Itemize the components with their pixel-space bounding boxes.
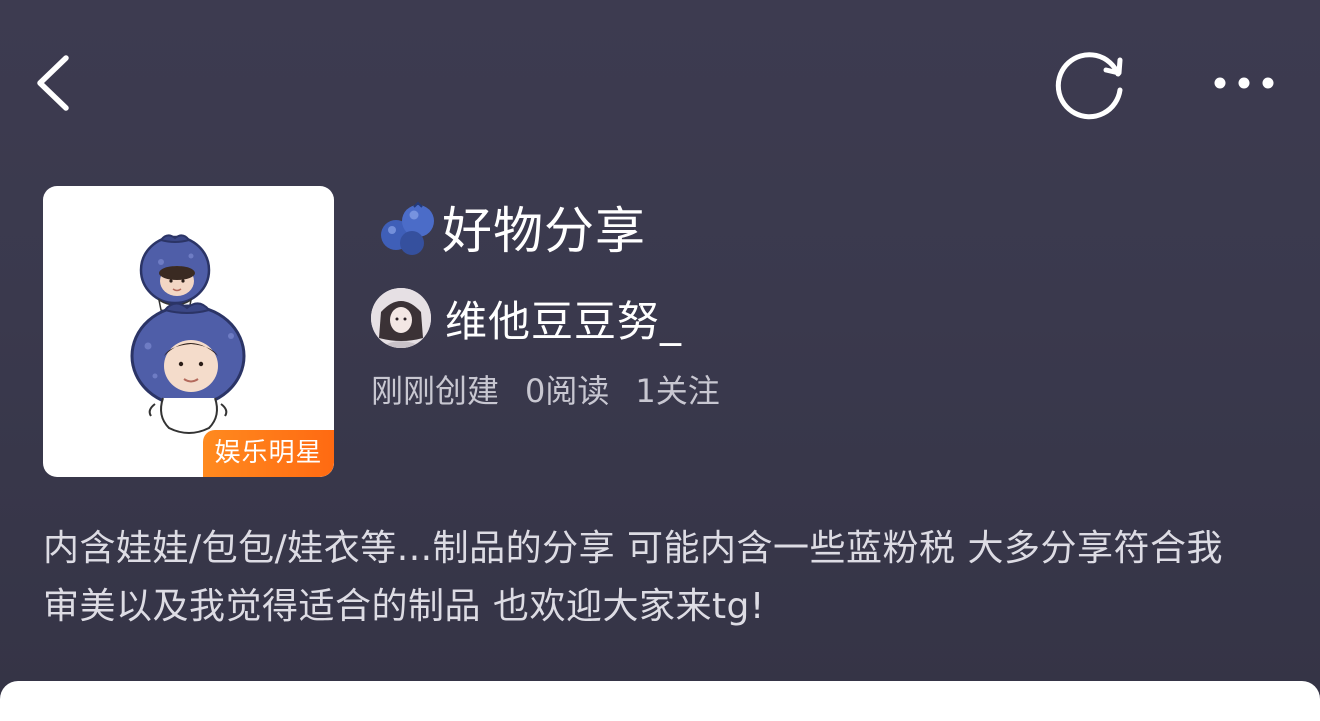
refresh-icon <box>1055 52 1123 120</box>
collection-title-row: 好物分享 <box>374 196 646 260</box>
author-avatar-image <box>371 288 431 348</box>
more-options-button[interactable] <box>1205 56 1285 110</box>
blueberries-emoji-icon <box>381 201 434 255</box>
collection-description: 内含娃娃/包包/娃衣等...制品的分享 可能内含一些蓝粉税 大多分享符合我审美以… <box>43 528 1223 627</box>
collection-title: 好物分享 <box>442 202 646 260</box>
author-link[interactable]: 维他豆豆努_ <box>371 288 682 348</box>
category-badge: 娱乐明星 <box>203 430 334 477</box>
read-count: 0阅读 <box>525 372 610 410</box>
back-button[interactable] <box>30 48 90 118</box>
refresh-button[interactable] <box>1050 44 1128 122</box>
author-name[interactable]: 维他豆豆努_ <box>445 288 682 349</box>
top-navigation-bar <box>0 0 1320 170</box>
created-time: 刚刚创建 <box>371 372 500 410</box>
avatar[interactable] <box>371 288 431 348</box>
content-sheet-edge <box>0 681 1320 721</box>
more-horizontal-icon <box>1214 77 1274 89</box>
collection-cover-image[interactable]: 娱乐明星 <box>43 186 334 477</box>
chevron-left-icon <box>37 55 69 111</box>
follow-count: 1关注 <box>635 372 720 410</box>
collection-stats: 刚刚创建 0阅读 1关注 <box>371 366 746 412</box>
